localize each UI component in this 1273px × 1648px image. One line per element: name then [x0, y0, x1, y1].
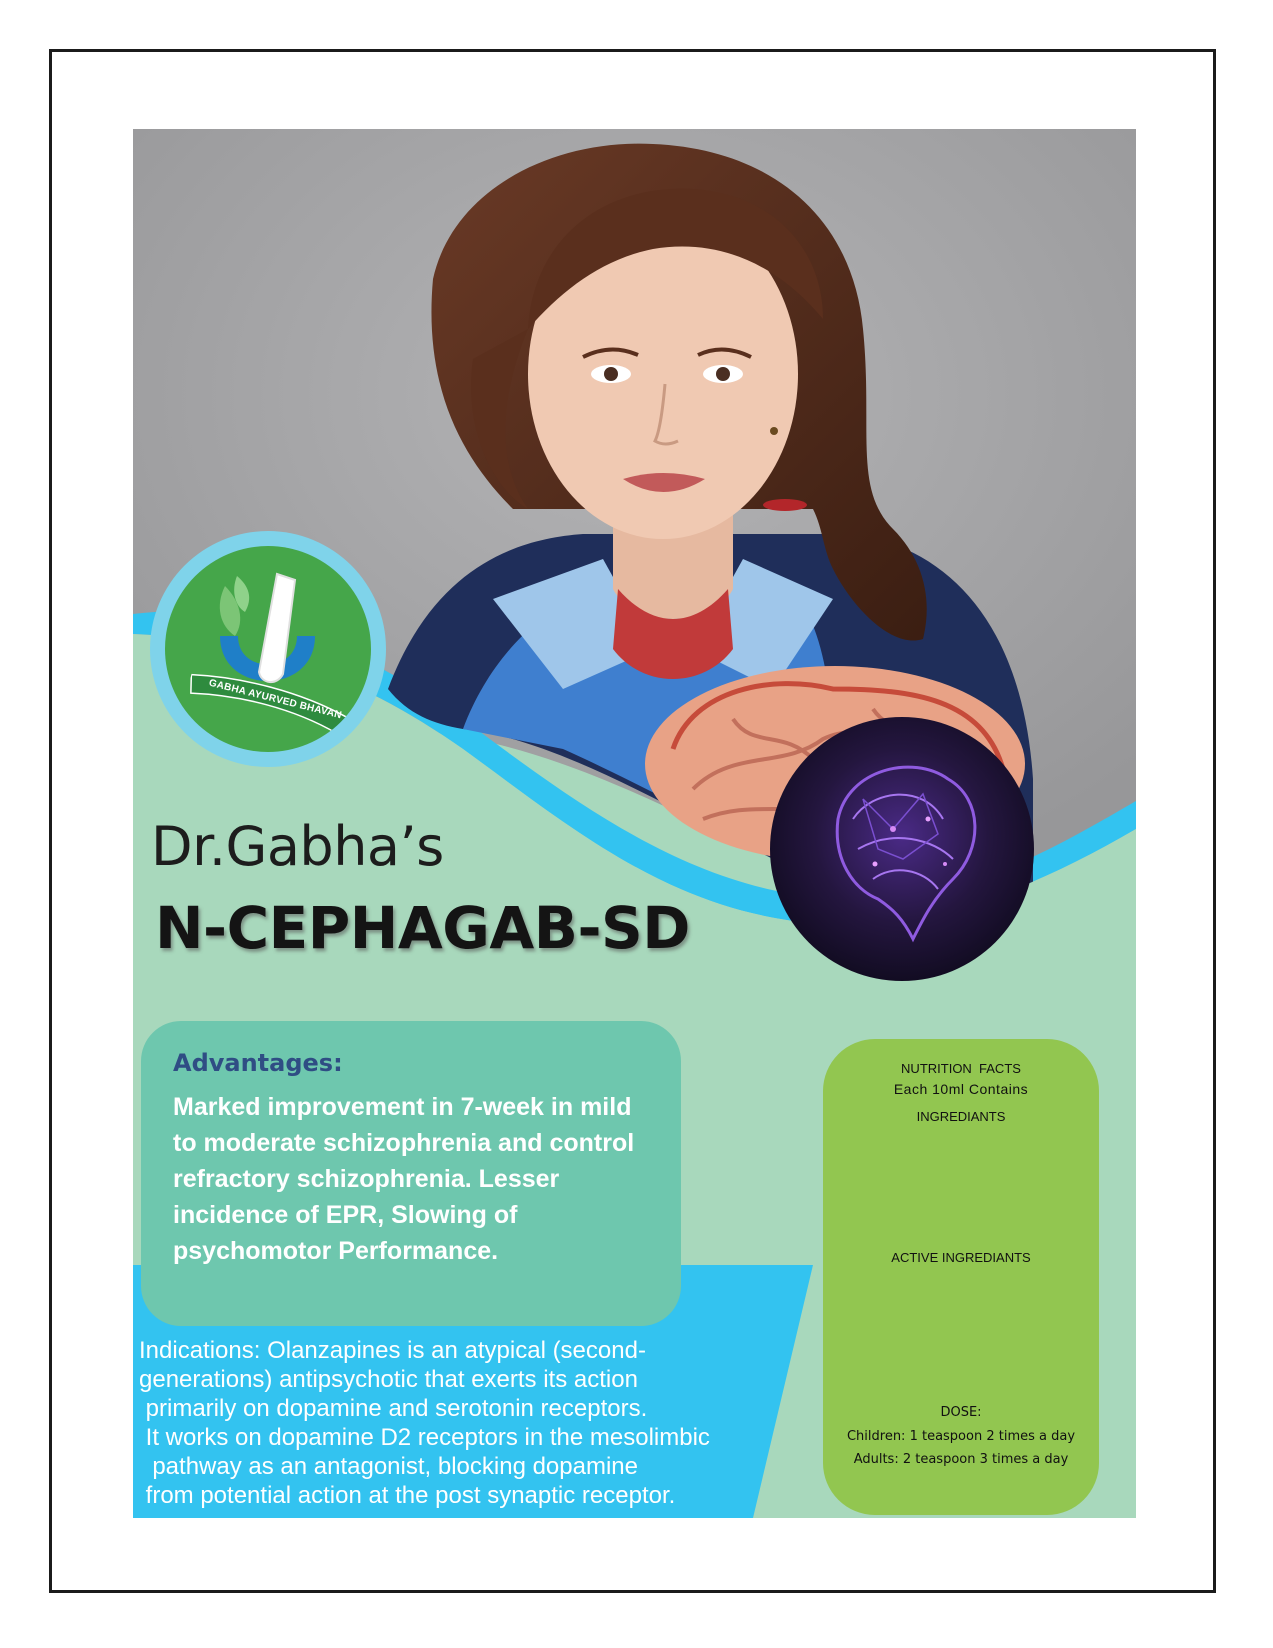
dose-children: Children: 1 teaspoon 2 times a day — [846, 1429, 1076, 1444]
indications-section: Indications: Olanzapines is an atypical … — [133, 1326, 833, 1518]
dose-label: DOSE: — [940, 1405, 982, 1420]
nutrition-title: NUTRITION FACTS — [901, 1061, 1021, 1076]
logo-badge: GABHA AYURVED BHAVAN — [165, 546, 371, 752]
product-name: N-CEPHAGAB-SD — [155, 894, 690, 962]
advantages-title: Advantages: — [173, 1049, 343, 1077]
nutrition-facts-box: NUTRITION FACTS Each 10ml Contains INGRE… — [823, 1039, 1099, 1515]
indications-line: pathway as an antagonist, blocking dopam… — [139, 1453, 638, 1480]
indications-line: It works on dopamine D2 receptors in the… — [139, 1424, 710, 1451]
indications-line: primarily on dopamine and serotonin rece… — [139, 1395, 648, 1422]
indications-line: generations) antipsychotic that exerts i… — [139, 1366, 638, 1393]
advantages-text: Marked improvement in 7-week in mild to … — [173, 1093, 635, 1265]
indications-text: Indications: Olanzapines is an atypical … — [139, 1336, 789, 1510]
product-poster: GABHA AYURVED BHAVAN Dr.Gabha’s N-CEPHAG… — [133, 129, 1136, 1518]
dose-adults: Adults: 2 teaspoon 3 times a day — [853, 1452, 1069, 1467]
brand-name: Dr.Gabha’s — [151, 815, 444, 878]
nutrition-subtitle: Each 10ml Contains — [893, 1081, 1029, 1097]
active-ingredients-label: ACTIVE INGREDIANTS — [891, 1250, 1031, 1265]
neural-brain-image — [770, 717, 1034, 981]
ingredients-label: INGREDIANTS — [916, 1109, 1006, 1124]
indications-line: Indications: Olanzapines is an atypical … — [139, 1337, 646, 1364]
advantages-box: Advantages: Marked improvement in 7-week… — [141, 1021, 681, 1326]
gabha-logo: GABHA AYURVED BHAVAN — [150, 531, 386, 767]
indications-line: from potential action at the post synapt… — [139, 1482, 676, 1509]
